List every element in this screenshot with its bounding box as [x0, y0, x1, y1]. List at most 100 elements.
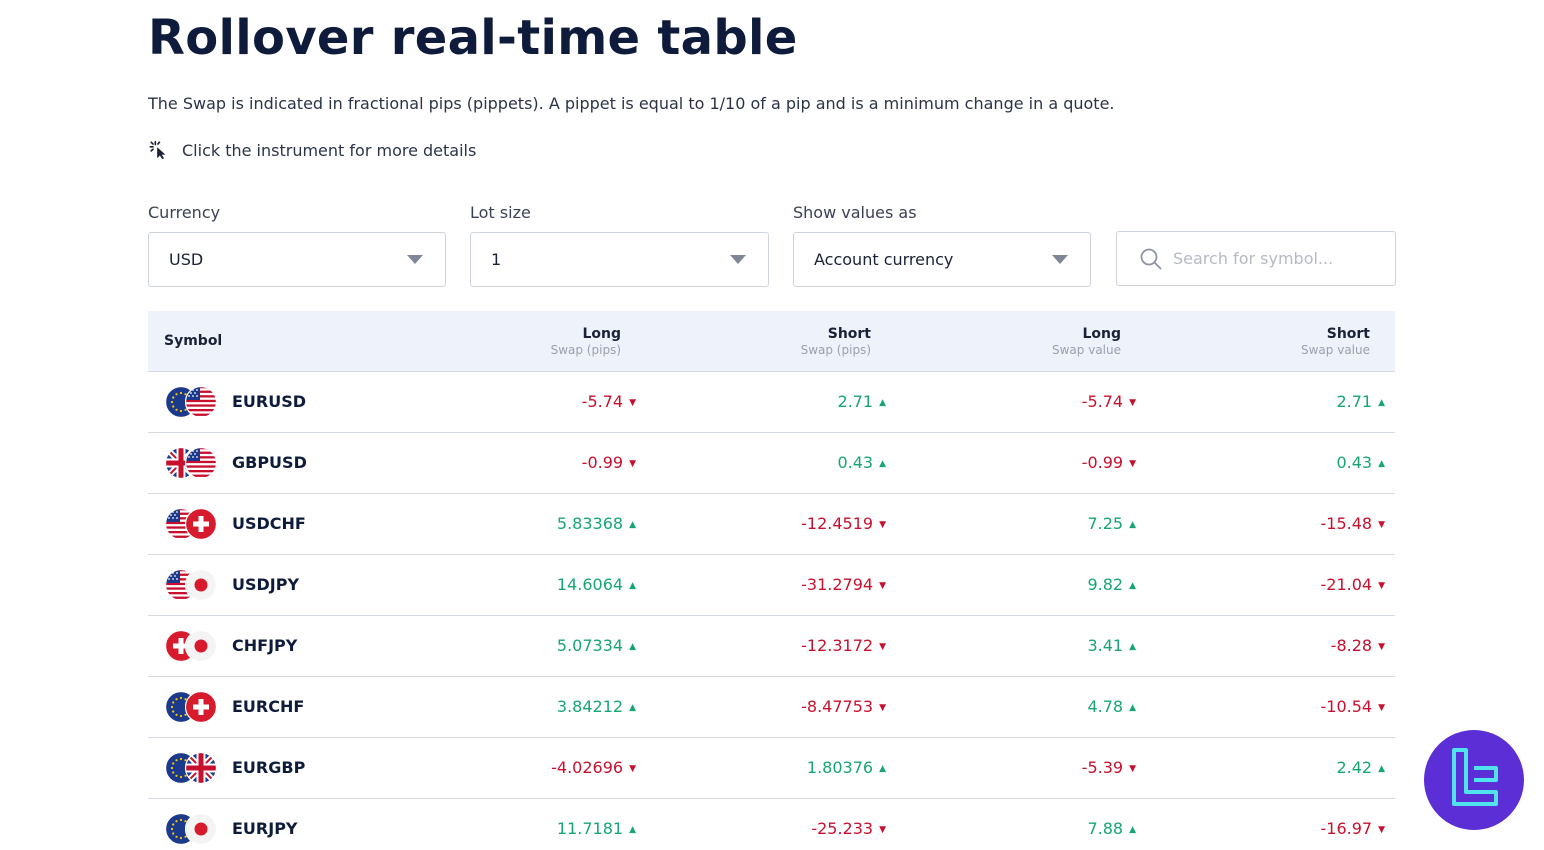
arrow-down-icon: ▼ [1129, 398, 1136, 408]
swap-value: -0.99 [1081, 453, 1124, 472]
symbol-link[interactable]: EURGBP [232, 758, 305, 777]
arrow-down-icon: ▼ [879, 642, 886, 652]
currency-select[interactable]: USD [148, 232, 446, 287]
currency-pair-flags [165, 508, 219, 540]
swap-value: -12.3172 [801, 636, 874, 655]
chevron-down-icon [730, 255, 746, 264]
hint: Click the instrument for more details [148, 139, 476, 161]
cell-short-pips: -25.233 ▼ [811, 819, 886, 838]
flag-us-icon [185, 447, 217, 479]
swap-value: -16.97 [1320, 819, 1373, 838]
swap-value: 5.83368 [556, 514, 624, 533]
arrow-up-icon: ▲ [1129, 642, 1136, 652]
symbol-link[interactable]: EURCHF [232, 697, 304, 716]
table-row[interactable]: EURCHF 3.84212 ▲ -8.47753 ▼ 4.78 ▲ -10.54 ▼ [148, 677, 1395, 738]
arrow-down-icon: ▼ [879, 520, 886, 530]
swap-value: -8.28 [1330, 636, 1373, 655]
cell-long-pips: -0.99 ▼ [582, 453, 636, 472]
swap-value: 0.43 [837, 453, 874, 472]
table-row[interactable]: EURGBP -4.02696 ▼ 1.80376 ▲ -5.39 ▼ 2.42 ▲ [148, 738, 1395, 799]
cell-short-value: -10.54 ▼ [1321, 697, 1386, 716]
table-row[interactable]: USDCHF 5.83368 ▲ -12.4519 ▼ 7.25 ▲ -15.48 ▼ [148, 494, 1395, 555]
table-row[interactable]: EURJPY 11.7181 ▲ -25.233 ▼ 7.88 ▲ -16.97 ▼ [148, 799, 1395, 850]
arrow-down-icon: ▼ [1129, 764, 1136, 774]
currency-pair-flags [165, 630, 219, 662]
cell-long-pips: 14.6064 ▲ [557, 575, 636, 594]
header-short-value-main: Short [1326, 326, 1370, 342]
brand-logo-icon [1452, 748, 1498, 806]
cell-long-pips: -4.02696 ▼ [551, 758, 636, 777]
swap-value: 7.25 [1087, 514, 1124, 533]
show-values-select[interactable]: Account currency [793, 232, 1091, 287]
cell-long-pips: 5.07334 ▲ [557, 636, 636, 655]
cell-long-value: 7.88 ▲ [1087, 819, 1136, 838]
chevron-down-icon [1052, 255, 1068, 264]
lot-size-select[interactable]: 1 [470, 232, 769, 287]
cell-short-pips: 2.71 ▲ [837, 392, 886, 411]
cell-short-pips: 0.43 ▲ [837, 453, 886, 472]
cell-short-value: -15.48 ▼ [1321, 514, 1386, 533]
arrow-up-icon: ▲ [629, 581, 636, 591]
swap-value: -10.54 [1320, 697, 1373, 716]
rollover-table: Symbol Long Swap (pips) Short Swap (pips… [148, 311, 1395, 850]
swap-value: -0.99 [581, 453, 624, 472]
header-short-pips-sub: Swap (pips) [800, 343, 871, 357]
table-row[interactable]: USDJPY 14.6064 ▲ -31.2794 ▼ 9.82 ▲ -21.04 ▼ [148, 555, 1395, 616]
cell-short-pips: -12.3172 ▼ [801, 636, 886, 655]
arrow-down-icon: ▼ [629, 398, 636, 408]
header-short-pips: Short Swap (pips) [801, 326, 871, 357]
swap-value: 0.43 [1336, 453, 1373, 472]
flag-ch-icon [185, 691, 217, 723]
flag-jp-icon [185, 813, 217, 845]
symbol-link[interactable]: CHFJPY [232, 636, 297, 655]
currency-pair-flags [165, 447, 219, 479]
cell-long-value: 4.78 ▲ [1087, 697, 1136, 716]
arrow-up-icon: ▲ [1129, 581, 1136, 591]
symbol-link[interactable]: USDJPY [232, 575, 299, 594]
swap-value: -12.4519 [801, 514, 874, 533]
arrow-down-icon: ▼ [879, 581, 886, 591]
cell-long-pips: -5.74 ▼ [582, 392, 636, 411]
header-long-pips-main: Long [582, 326, 621, 342]
symbol-search[interactable] [1116, 231, 1396, 286]
arrow-up-icon: ▲ [1378, 398, 1385, 408]
header-long-value: Long Swap value [1052, 326, 1121, 357]
cell-long-value: 9.82 ▲ [1087, 575, 1136, 594]
show-values-label: Show values as [793, 203, 917, 222]
symbol-link[interactable]: EURUSD [232, 392, 306, 411]
swap-value: 14.6064 [556, 575, 624, 594]
symbol-link[interactable]: USDCHF [232, 514, 306, 533]
symbol-link[interactable]: GBPUSD [232, 453, 307, 472]
table-row[interactable]: CHFJPY 5.07334 ▲ -12.3172 ▼ 3.41 ▲ -8.28 ▼ [148, 616, 1395, 677]
arrow-down-icon: ▼ [1378, 825, 1385, 835]
table-row[interactable]: EURUSD -5.74 ▼ 2.71 ▲ -5.74 ▼ 2.71 ▲ [148, 372, 1395, 433]
arrow-down-icon: ▼ [1378, 520, 1385, 530]
flag-gb-icon [185, 752, 217, 784]
cell-short-value: 2.71 ▲ [1336, 392, 1385, 411]
arrow-down-icon: ▼ [1378, 581, 1385, 591]
cell-short-pips: -8.47753 ▼ [801, 697, 886, 716]
arrow-up-icon: ▲ [1378, 764, 1385, 774]
swap-value: 5.07334 [556, 636, 624, 655]
arrow-up-icon: ▲ [1129, 520, 1136, 530]
brand-badge[interactable] [1424, 730, 1524, 830]
flag-ch-icon [185, 508, 217, 540]
cell-short-pips: 1.80376 ▲ [807, 758, 886, 777]
search-input[interactable] [1173, 249, 1373, 268]
swap-value: -21.04 [1320, 575, 1373, 594]
lot-size-value: 1 [491, 250, 502, 269]
currency-pair-flags [165, 569, 219, 601]
arrow-up-icon: ▲ [879, 459, 886, 469]
arrow-up-icon: ▲ [879, 398, 886, 408]
swap-value: 11.7181 [556, 819, 624, 838]
arrow-up-icon: ▲ [879, 764, 886, 774]
header-long-value-main: Long [1082, 326, 1121, 342]
chevron-down-icon [407, 255, 423, 264]
table-body: EURUSD -5.74 ▼ 2.71 ▲ -5.74 ▼ 2.71 ▲ GBPUSD -0.99… [148, 372, 1395, 850]
swap-value: 1.80376 [806, 758, 874, 777]
table-row[interactable]: GBPUSD -0.99 ▼ 0.43 ▲ -0.99 ▼ 0.43 ▲ [148, 433, 1395, 494]
symbol-link[interactable]: EURJPY [232, 819, 298, 838]
swap-value: -25.233 [811, 819, 874, 838]
flag-jp-icon [185, 630, 217, 662]
currency-pair-flags [165, 752, 219, 784]
